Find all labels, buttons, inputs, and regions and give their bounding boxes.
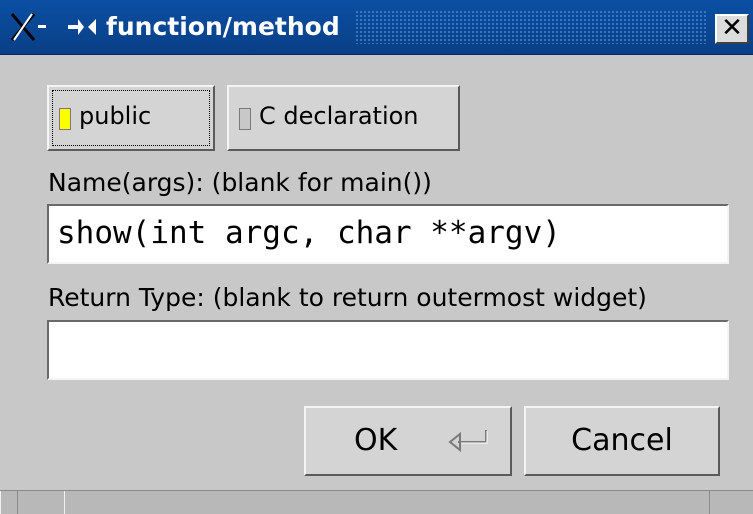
return-type-input[interactable] — [47, 320, 729, 380]
public-indicator-light — [59, 108, 71, 130]
dialog-window: function/method ✕ public C declaration N… — [0, 0, 753, 514]
window-title: function/method — [106, 12, 340, 41]
bottom-panel-strip — [0, 490, 753, 514]
pin-icon[interactable] — [66, 16, 100, 38]
close-button[interactable]: ✕ — [715, 14, 749, 44]
title-bar[interactable]: function/method ✕ — [0, 0, 753, 55]
return-type-label: Return Type: (blank to return outermost … — [48, 283, 647, 312]
bottom-strip-segment — [0, 491, 18, 514]
cancel-label: Cancel — [571, 423, 673, 458]
cancel-button[interactable]: Cancel — [524, 406, 720, 476]
bottom-strip-segment — [64, 491, 710, 514]
name-args-input[interactable]: show(int argc, char **argv) — [47, 204, 729, 264]
public-toggle-button[interactable]: public — [47, 85, 215, 151]
x-window-icon[interactable] — [10, 12, 60, 42]
return-arrow-icon — [448, 430, 488, 453]
ok-label: OK — [354, 423, 398, 458]
c-declaration-indicator-light — [239, 108, 251, 130]
close-icon: ✕ — [721, 13, 743, 43]
c-declaration-label: C declaration — [259, 102, 419, 130]
ok-button[interactable]: OK — [304, 406, 512, 476]
title-bar-pattern — [355, 10, 707, 44]
name-field-label: Name(args): (blank for main()) — [48, 168, 432, 197]
c-declaration-toggle-button[interactable]: C declaration — [227, 85, 460, 151]
public-label: public — [79, 102, 152, 130]
